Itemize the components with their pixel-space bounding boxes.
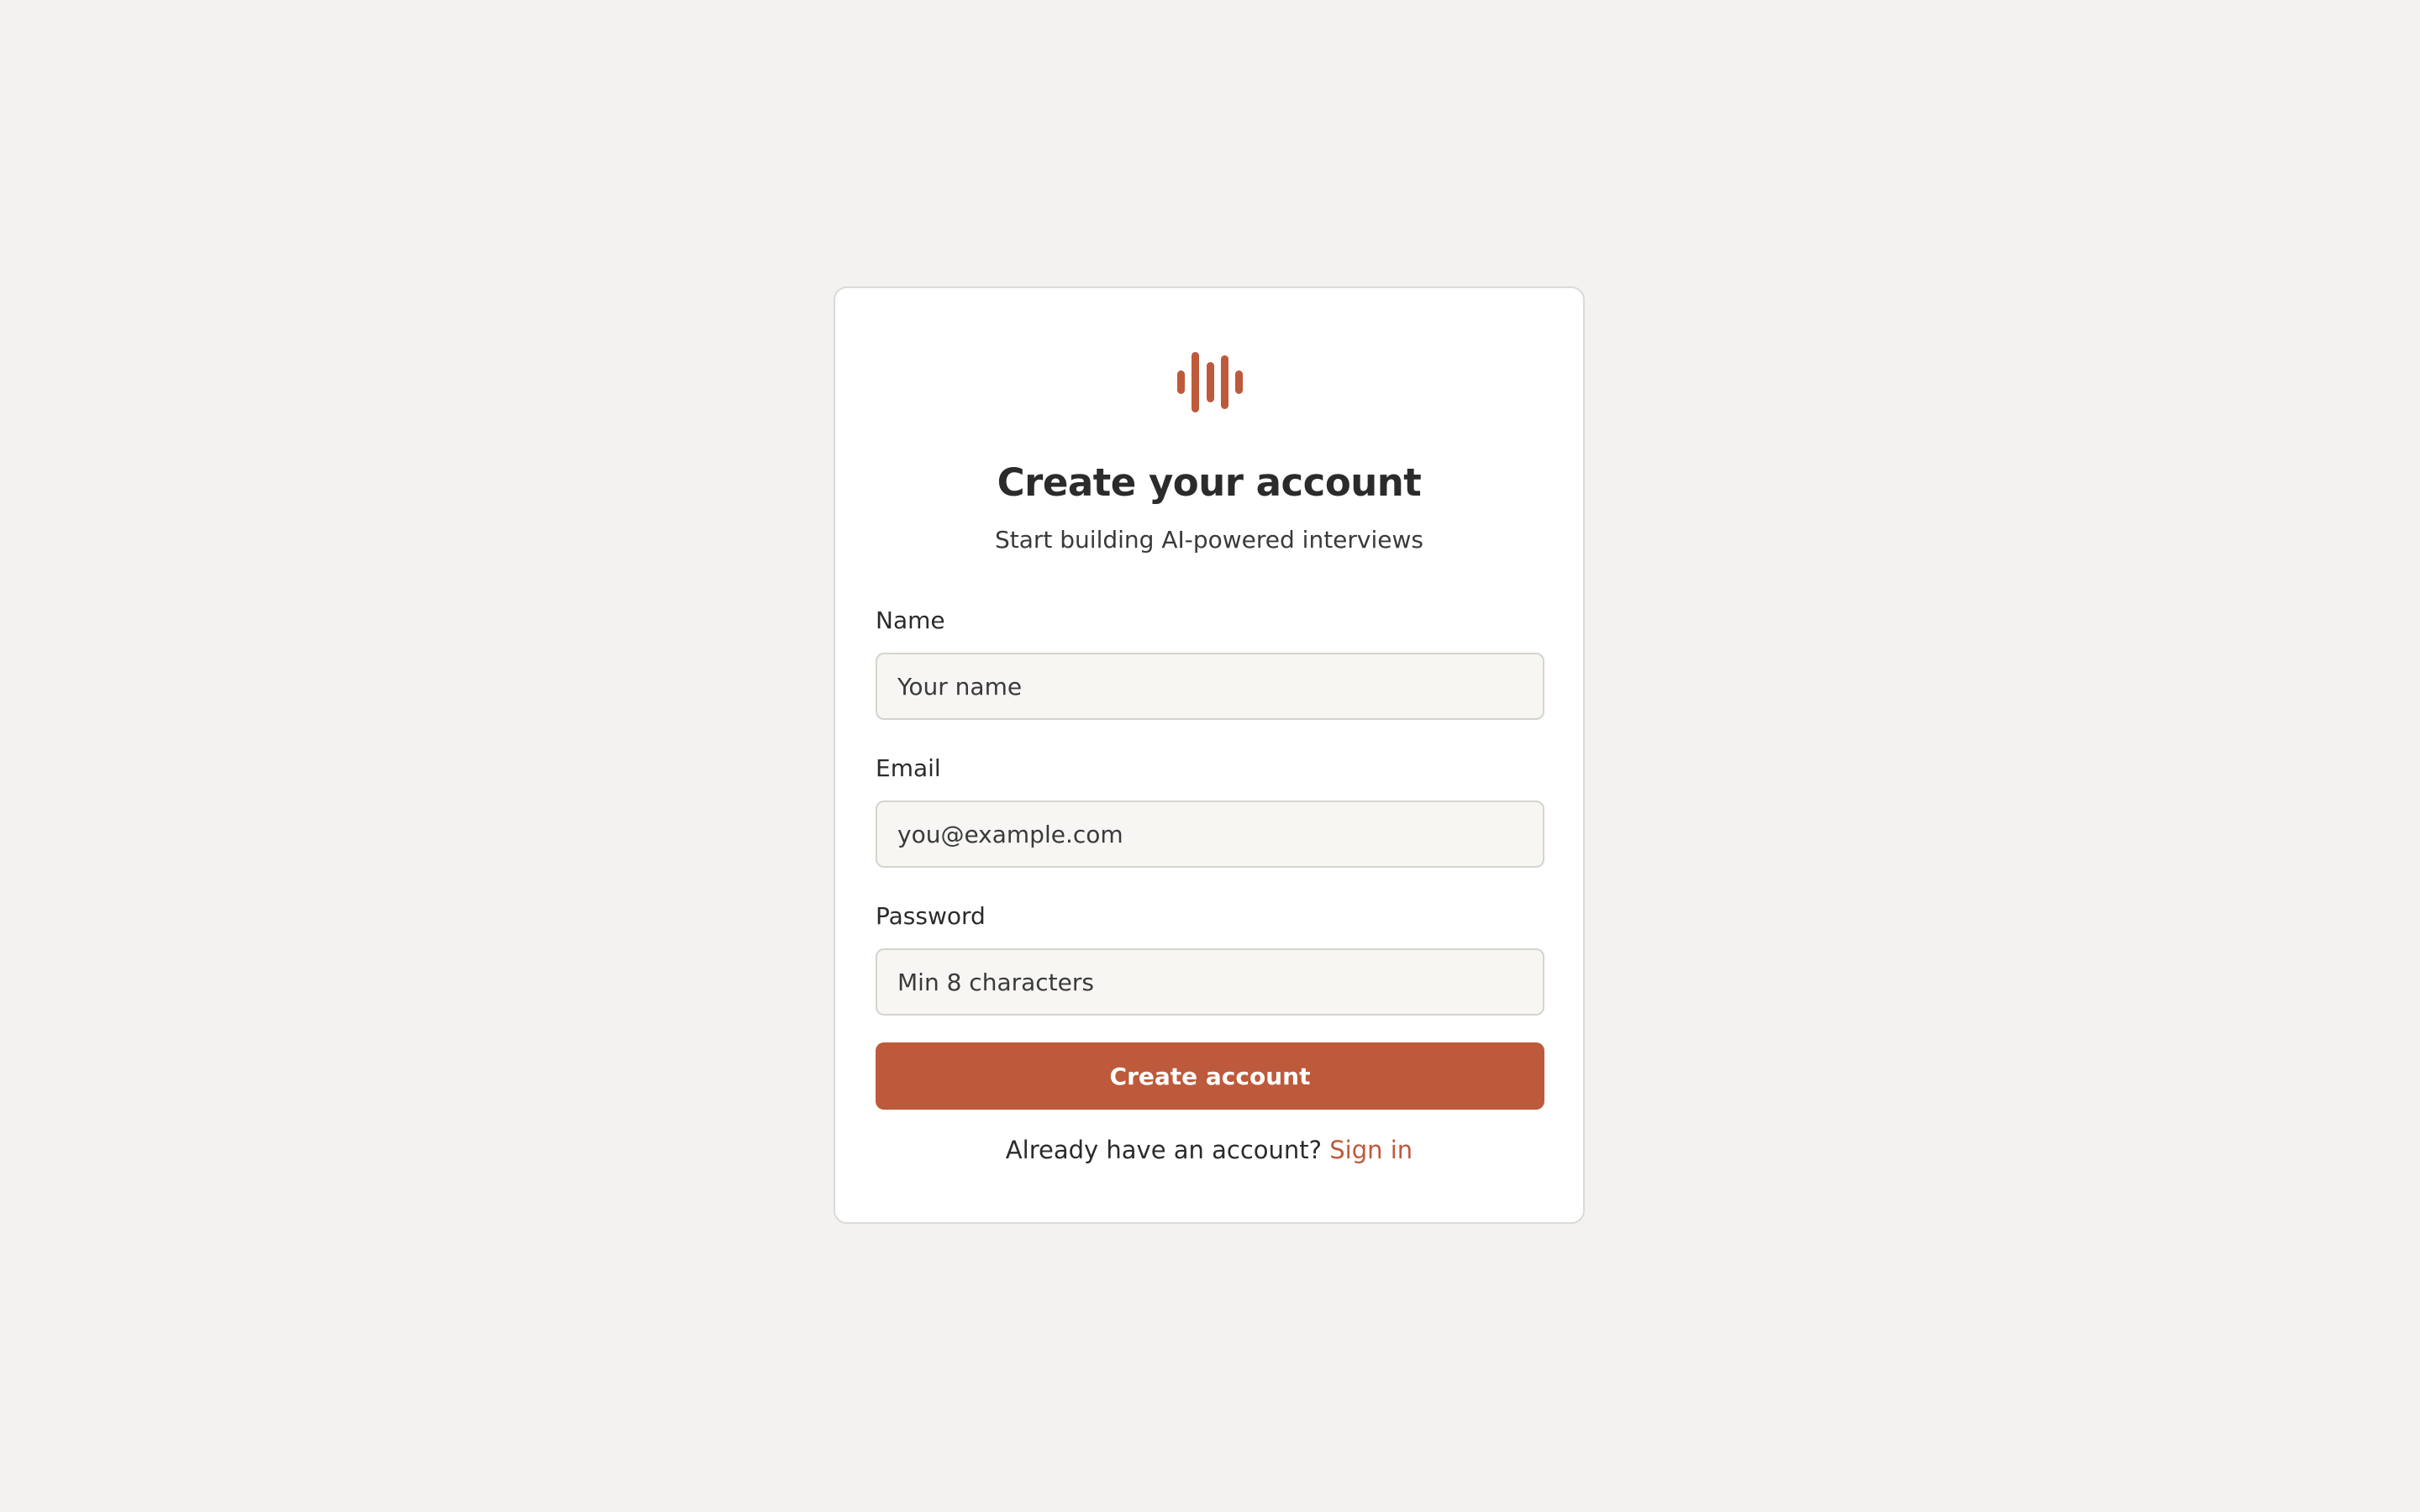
- signin-prompt-text: Already have an account?: [1005, 1136, 1323, 1164]
- page-title: Create your account: [997, 460, 1422, 505]
- signup-card: Create your account Start building AI-po…: [834, 286, 1585, 1224]
- signin-link[interactable]: Sign in: [1329, 1136, 1413, 1164]
- password-label: Password: [876, 902, 986, 930]
- page-subtitle: Start building AI-powered interviews: [994, 526, 1423, 554]
- signin-prompt: Already have an account? Sign in: [835, 1133, 1583, 1167]
- email-label: Email: [876, 754, 941, 782]
- name-label: Name: [876, 606, 945, 634]
- create-account-button[interactable]: Create account: [876, 1042, 1544, 1110]
- audio-waveform-icon: [1177, 352, 1243, 412]
- name-input[interactable]: [876, 653, 1544, 720]
- email-input[interactable]: [876, 801, 1544, 868]
- password-input[interactable]: [876, 948, 1544, 1016]
- signup-page: Create your account Start building AI-po…: [0, 0, 2420, 1512]
